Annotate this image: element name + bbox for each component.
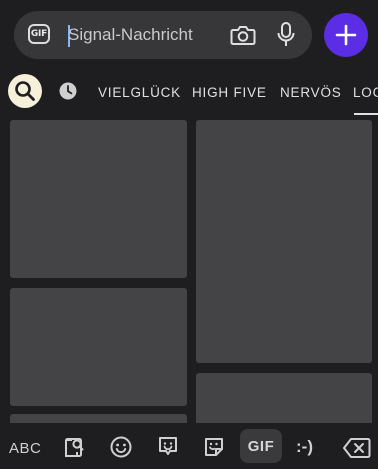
emoticon-button[interactable]: :-) [296, 437, 313, 457]
backspace-icon[interactable] [343, 437, 371, 459]
tab-vielglueck[interactable]: VIELGLÜCK [98, 85, 181, 100]
bitmoji-icon[interactable] [156, 434, 180, 458]
recent-clock-icon[interactable] [59, 82, 77, 100]
attach-button[interactable] [324, 13, 368, 57]
gif-tab-label: GIF [247, 438, 275, 455]
gif-tab-button[interactable]: GIF [240, 429, 282, 463]
clipboard-search-icon[interactable] [62, 435, 86, 459]
gif-tile[interactable] [10, 120, 187, 278]
message-composer: GIF Signal-Nachricht [14, 11, 312, 59]
search-icon [15, 81, 35, 101]
active-tab-indicator [354, 113, 378, 115]
plus-icon [335, 24, 357, 46]
gif-search-button[interactable] [8, 74, 42, 108]
gif-category-tabs: VIELGLÜCK HIGH FIVE NERVÖS LOG [0, 68, 378, 116]
tab-nervoes[interactable]: NERVÖS [280, 85, 342, 100]
keyboard-toolbar: ABC GIF :-) [0, 423, 378, 469]
gif-tile[interactable] [196, 120, 372, 363]
sticker-icon[interactable] [202, 435, 226, 459]
camera-icon[interactable] [230, 23, 256, 47]
abc-keyboard-button[interactable]: ABC [9, 440, 41, 457]
gif-tile[interactable] [10, 288, 187, 406]
microphone-icon[interactable] [276, 22, 296, 48]
tab-log[interactable]: LOG [353, 85, 378, 100]
message-input[interactable]: Signal-Nachricht [68, 24, 193, 46]
gif-picker-icon[interactable]: GIF [28, 24, 50, 44]
emoji-icon[interactable] [109, 435, 133, 459]
tab-high-five[interactable]: HIGH FIVE [192, 85, 267, 100]
